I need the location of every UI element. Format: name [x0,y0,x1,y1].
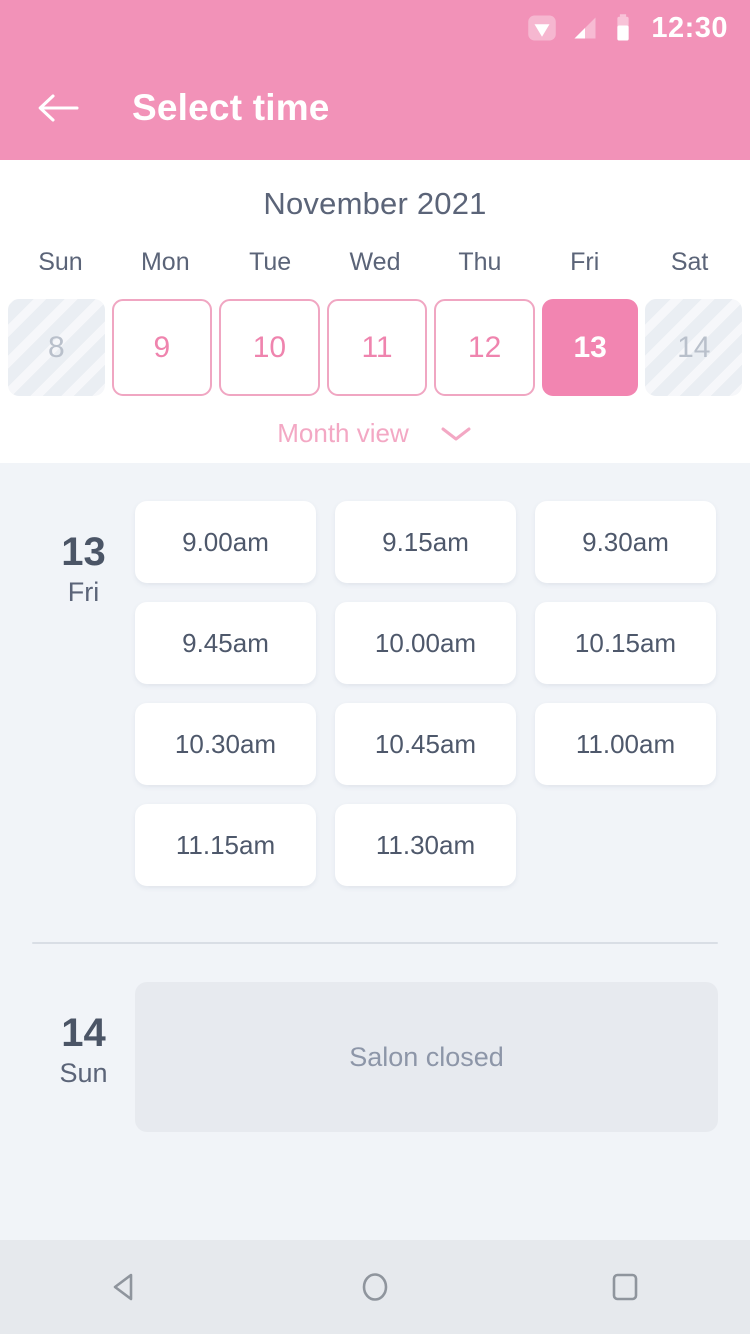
calendar-weekday-row: Sun Mon Tue Wed Thu Fri Sat [0,248,750,277]
calendar-day-cell: 14 [645,299,743,396]
status-clock: 12:30 [651,11,728,44]
weekday-label: Thu [458,248,502,276]
app-bar: Select time [0,56,750,160]
weekday-label: Fri [570,248,600,276]
schedule-day-name: Sun [59,1058,108,1088]
time-slot[interactable]: 9.00am [135,501,316,583]
page-title: Select time [132,87,330,128]
time-slot[interactable]: 11.00am [535,703,716,785]
schedule-day-group: 13 Fri 9.00am 9.15am 9.30am 9.45am 10.00… [0,463,750,886]
schedule-day-group: 14 Sun Salon closed [0,944,750,1132]
salon-closed-panel: Salon closed [135,982,718,1132]
time-slot[interactable]: 11.30am [335,804,516,886]
phone-screen: 12:30 Select time November 2021 Sun Mon … [0,0,750,1334]
wifi-icon [527,13,557,43]
time-slot[interactable]: 9.15am [335,501,516,583]
weekday-label: Mon [140,248,190,276]
month-view-toggle[interactable]: Month view [0,418,750,449]
schedule-day-number: 14 [61,1011,106,1055]
battery-icon [613,13,633,43]
android-nav-bar [0,1240,750,1334]
schedule-day-label: 14 Sun [32,982,135,1132]
schedule-day-name: Fri [67,577,100,607]
calendar-day-cell-selected[interactable]: 13 [541,299,639,396]
signal-icon [571,14,599,42]
calendar-day-cell: 8 [8,299,105,396]
schedule-body: 13 Fri 9.00am 9.15am 9.30am 9.45am 10.00… [0,463,750,1240]
schedule-day-label: 13 Fri [32,501,135,886]
time-slot[interactable]: 10.15am [535,602,716,684]
chevron-down-icon [439,424,473,444]
weekday-label: Wed [349,248,401,276]
time-slot[interactable]: 11.15am [135,804,316,886]
calendar-day-row: 8 9 10 11 12 13 14 [0,299,750,396]
time-slot[interactable]: 10.00am [335,602,516,684]
calendar-day-cell[interactable]: 10 [219,299,320,396]
weekday-label: Sat [670,248,709,276]
status-bar: 12:30 [0,0,750,56]
calendar-day-cell[interactable]: 11 [326,299,428,396]
weekday-label: Tue [249,248,292,276]
back-nav-icon[interactable] [70,1240,180,1334]
recents-nav-icon[interactable] [570,1240,680,1334]
weekday-label: Sun [38,248,83,276]
time-slot[interactable]: 10.30am [135,703,316,785]
home-nav-icon[interactable] [320,1240,430,1334]
time-slot-grid: 9.00am 9.15am 9.30am 9.45am 10.00am 10.1… [135,501,718,886]
calendar-month-title: November 2021 [263,186,487,221]
month-view-label: Month view [277,418,409,448]
time-slot[interactable]: 9.45am [135,602,316,684]
schedule-day-number: 13 [61,530,106,574]
calendar-day-cell[interactable]: 9 [111,299,213,396]
time-slot[interactable]: 9.30am [535,501,716,583]
calendar-day-cell[interactable]: 12 [434,299,535,396]
back-arrow-icon[interactable] [32,82,84,134]
time-slot[interactable]: 10.45am [335,703,516,785]
calendar-panel: November 2021 Sun Mon Tue Wed Thu Fri Sa… [0,160,750,463]
